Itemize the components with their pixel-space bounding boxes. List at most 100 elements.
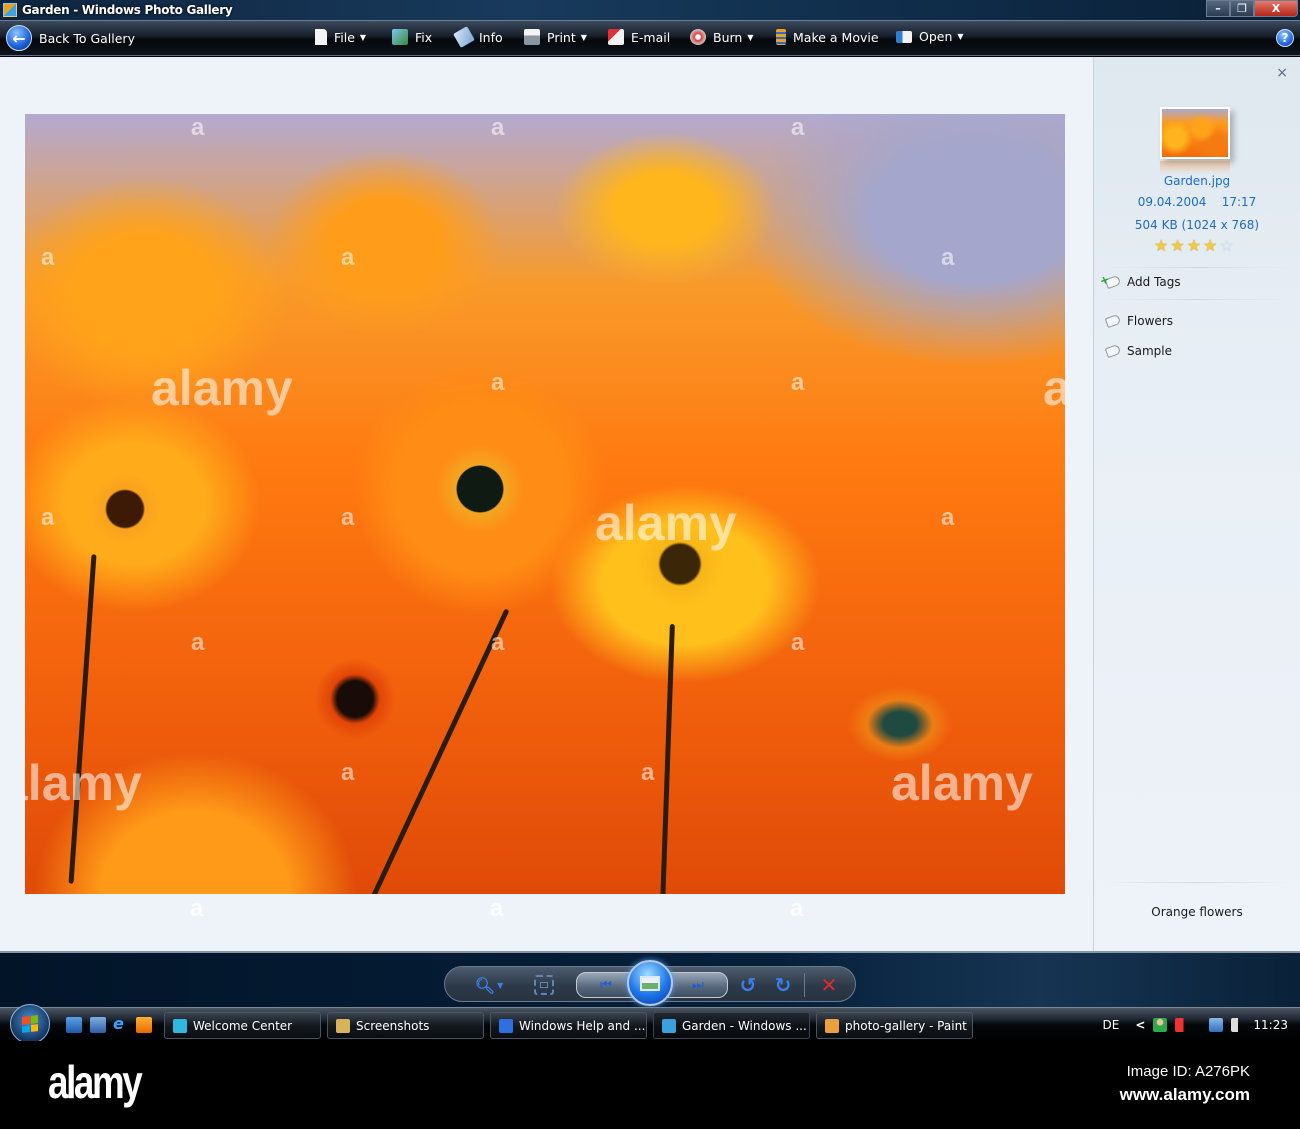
chevron-down-icon: ▼ [580, 32, 587, 42]
email-label: E-mail [631, 29, 671, 45]
photo-caption[interactable]: Orange flowers [1094, 905, 1300, 919]
back-arrow-icon: ← [6, 25, 32, 51]
fix-icon [392, 29, 408, 45]
command-toolbar: ← Back To Gallery File ▼ Fix Info Print … [0, 20, 1300, 56]
actual-size-button[interactable] [534, 975, 554, 995]
rotate-clockwise-button[interactable]: ↻ [772, 973, 794, 997]
show-hidden-icons-button[interactable]: < [1135, 1018, 1145, 1032]
file-name[interactable]: Garden.jpg [1094, 174, 1300, 188]
watermark: a [491, 369, 505, 396]
watermark: a [790, 895, 804, 922]
divider [804, 973, 805, 997]
taskbar: e Welcome Center Screenshots Windows Help … [0, 1004, 1300, 1044]
print-menu-button[interactable]: Print ▼ [524, 29, 587, 45]
watermark: a [191, 629, 205, 656]
title-bar: Garden - Windows Photo Gallery – ❐ X [0, 0, 1300, 20]
close-window-button[interactable]: X [1254, 0, 1298, 17]
slideshow-icon [640, 975, 660, 991]
star-filled-icon[interactable]: ★ [1187, 238, 1201, 254]
clock[interactable]: 11:23 [1253, 1018, 1288, 1032]
help-icon[interactable]: ? [1276, 29, 1294, 47]
disc-icon [690, 29, 706, 45]
start-button[interactable] [10, 1004, 50, 1044]
email-button[interactable]: E-mail [608, 29, 670, 45]
file-label: File [334, 29, 355, 45]
photo: alamy alamy alamy alamy alamy a a a a a … [25, 114, 1065, 894]
volume-muted-icon[interactable] [1175, 1018, 1190, 1032]
tag-label: Sample [1127, 344, 1172, 358]
screen: Garden - Windows Photo Gallery – ❐ X ← B… [0, 0, 1300, 1129]
film-icon [776, 29, 786, 45]
taskbar-button[interactable]: Garden - Windows ... [653, 1012, 810, 1039]
delete-icon: ✕ [820, 973, 838, 997]
watermark: a [941, 504, 955, 531]
rotate-counterclockwise-button[interactable]: ↺ [737, 973, 759, 997]
burn-menu-button[interactable]: Burn ▼ [690, 29, 754, 45]
fix-button[interactable]: Fix [392, 29, 432, 45]
zoom-button[interactable]: 🔍︎ ▼ [472, 973, 506, 997]
divider [1104, 299, 1290, 300]
taskbar-button[interactable]: Welcome Center [164, 1012, 321, 1039]
fit-to-window-icon [540, 982, 548, 988]
watermark: a [190, 895, 204, 922]
taskbar-button[interactable]: photo-gallery - Paint [816, 1012, 973, 1039]
tag-item-flowers[interactable]: Flowers [1104, 313, 1173, 329]
tag-label: Flowers [1127, 314, 1173, 328]
add-tag-icon [1104, 274, 1122, 290]
file-icon [315, 29, 327, 45]
photo-thumbnail [1160, 107, 1230, 159]
system-tray: DE < 11:23 [1103, 1008, 1300, 1042]
switch-windows-icon[interactable] [90, 1017, 106, 1033]
play-slideshow-button[interactable] [627, 960, 673, 1006]
tag-item-sample[interactable]: Sample [1104, 343, 1172, 359]
watermark: alamy [151, 360, 293, 416]
file-menu-button[interactable]: File ▼ [315, 29, 366, 45]
watermark: a [341, 759, 355, 786]
photo-viewer-area: alamy alamy alamy alamy alamy a a a a a … [0, 57, 1093, 951]
language-indicator[interactable]: DE [1103, 1018, 1120, 1032]
date-value: 09.04.2004 [1137, 195, 1207, 209]
watermark: a [341, 244, 355, 271]
maximize-button[interactable]: ❐ [1230, 0, 1254, 17]
close-info-pane-icon[interactable]: × [1276, 65, 1288, 81]
zoom-icon: 🔍︎ [474, 975, 496, 995]
windows-logo-icon [22, 1015, 38, 1033]
network-icon[interactable] [1209, 1018, 1224, 1032]
internet-explorer-icon[interactable]: e [113, 1016, 129, 1033]
star-filled-icon[interactable]: ★ [1203, 238, 1217, 254]
info-button[interactable]: Info [453, 26, 503, 48]
star-filled-icon[interactable]: ★ [1170, 238, 1184, 254]
watermark: a [491, 629, 505, 656]
add-tags-button[interactable]: Add Tags [1104, 274, 1181, 290]
show-desktop-icon[interactable] [66, 1017, 82, 1033]
next-button[interactable]: ⏭ [668, 972, 728, 998]
rotate-ccw-icon: ↺ [739, 973, 757, 997]
printer-icon [524, 29, 540, 45]
star-filled-icon[interactable]: ★ [1154, 238, 1168, 254]
time-value: 17:17 [1221, 195, 1257, 209]
star-empty-icon[interactable]: ☆ [1219, 238, 1233, 254]
speaker-icon[interactable] [1231, 1018, 1246, 1032]
media-player-icon[interactable] [136, 1017, 152, 1033]
taskbar-button-label: Garden - Windows ... [682, 1018, 807, 1033]
rotate-cw-icon: ↻ [774, 973, 792, 997]
date-taken[interactable]: 09.04.2004 17:17 [1094, 195, 1300, 209]
back-to-gallery-button[interactable]: ← Back To Gallery [6, 25, 135, 51]
watermark: a [41, 504, 55, 531]
taskbar-button[interactable]: Windows Help and ... [490, 1012, 647, 1039]
app-icon [825, 1018, 839, 1033]
open-menu-button[interactable]: Open ▼ [896, 29, 964, 44]
user-status-icon[interactable] [1153, 1018, 1168, 1032]
watermark: a [191, 114, 205, 141]
alamy-logo: alamy [48, 1056, 143, 1108]
delete-button[interactable]: ✕ [817, 973, 841, 997]
flower-stem [365, 608, 510, 894]
make-a-movie-button[interactable]: Make a Movie [776, 29, 879, 45]
watermark: a [941, 244, 955, 271]
minimize-button[interactable]: – [1206, 0, 1230, 17]
rating-stars[interactable]: ★ ★ ★ ★ ☆ [1154, 238, 1234, 254]
chevron-down-icon: ▼ [497, 980, 504, 990]
burn-label: Burn [713, 29, 743, 45]
email-icon [608, 29, 624, 45]
taskbar-button[interactable]: Screenshots [327, 1012, 484, 1039]
